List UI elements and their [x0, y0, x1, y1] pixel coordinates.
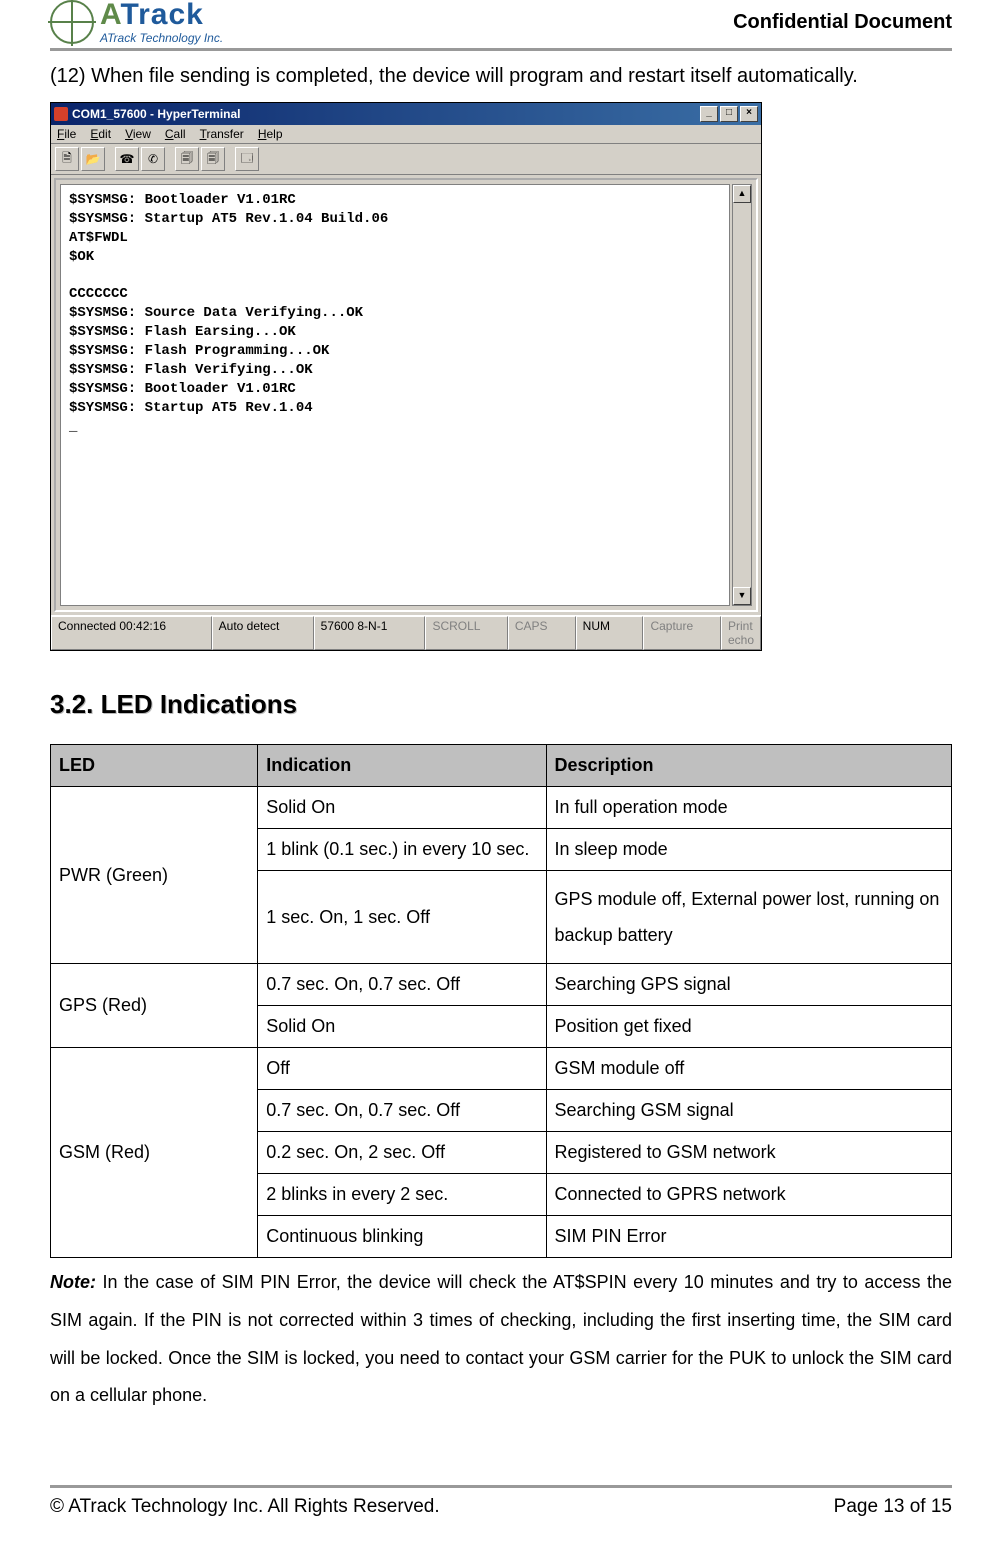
note-label: Note:	[50, 1272, 96, 1292]
cell-ind: Solid On	[258, 787, 546, 829]
led-table: LED Indication Description PWR (Green) S…	[50, 744, 952, 1258]
menu-edit[interactable]: Edit	[90, 127, 111, 141]
hyperterminal-window: COM1_57600 - HyperTerminal _ □ × File Ed…	[50, 102, 762, 651]
maximize-button[interactable]: □	[720, 106, 738, 122]
status-printecho: Print echo	[721, 616, 761, 650]
cell-ind: Off	[258, 1048, 546, 1090]
logo: ATrack ATrack Technology Inc.	[50, 0, 223, 44]
properties-icon[interactable]: 🗔	[235, 147, 259, 171]
scroll-up-icon[interactable]: ▲	[733, 185, 751, 203]
page-footer: © ATrack Technology Inc. All Rights Rese…	[50, 1485, 952, 1518]
cell-desc: Searching GSM signal	[546, 1090, 951, 1132]
cell-led-pwr: PWR (Green)	[51, 787, 258, 964]
disconnect-icon[interactable]: ✆	[141, 147, 165, 171]
footer-right: Page 13 of 15	[834, 1496, 952, 1518]
footer-left: © ATrack Technology Inc. All Rights Rese…	[50, 1496, 440, 1518]
statusbar: Connected 00:42:16 Auto detect 57600 8-N…	[51, 615, 761, 650]
open-icon[interactable]: 📂	[81, 147, 105, 171]
status-num: NUM	[576, 616, 644, 650]
cell-ind: 0.7 sec. On, 0.7 sec. Off	[258, 964, 546, 1006]
cell-ind: 0.2 sec. On, 2 sec. Off	[258, 1132, 546, 1174]
cell-desc: Searching GPS signal	[546, 964, 951, 1006]
th-indication: Indication	[258, 745, 546, 787]
terminal-text: $SYSMSG: Bootloader V1.01RC $SYSMSG: Sta…	[69, 191, 721, 437]
receive-icon[interactable]: 🗐	[201, 147, 225, 171]
minimize-button[interactable]: _	[700, 106, 718, 122]
cell-ind: 1 sec. On, 1 sec. Off	[258, 871, 546, 964]
menu-file[interactable]: File	[57, 127, 76, 141]
scroll-down-icon[interactable]: ▼	[733, 587, 751, 605]
cell-desc: Registered to GSM network	[546, 1132, 951, 1174]
menu-view[interactable]: View	[125, 127, 151, 141]
note-text: Note: In the case of SIM PIN Error, the …	[50, 1264, 952, 1415]
confidential-label: Confidential Document	[733, 11, 952, 34]
app-icon	[54, 107, 68, 121]
step-12-text: (12) When file sending is completed, the…	[50, 65, 952, 88]
cell-desc: Position get fixed	[546, 1006, 951, 1048]
terminal-output: $SYSMSG: Bootloader V1.01RC $SYSMSG: Sta…	[60, 184, 730, 606]
toolbar: 🗎 📂 ☎ ✆ 🗐 🗐 🗔	[51, 144, 761, 175]
cell-ind: Solid On	[258, 1006, 546, 1048]
cell-ind: Continuous blinking	[258, 1216, 546, 1258]
status-connected: Connected 00:42:16	[51, 616, 212, 650]
cell-ind: 2 blinks in every 2 sec.	[258, 1174, 546, 1216]
menubar: File Edit View Call Transfer Help	[51, 125, 761, 144]
menu-help[interactable]: Help	[258, 127, 283, 141]
status-capture: Capture	[643, 616, 721, 650]
cell-desc: In full operation mode	[546, 787, 951, 829]
menu-transfer[interactable]: Transfer	[200, 127, 244, 141]
status-settings: 57600 8-N-1	[314, 616, 426, 650]
titlebar[interactable]: COM1_57600 - HyperTerminal _ □ ×	[51, 103, 761, 125]
menu-call[interactable]: Call	[165, 127, 186, 141]
cell-desc: SIM PIN Error	[546, 1216, 951, 1258]
vertical-scrollbar[interactable]: ▲ ▼	[732, 184, 752, 606]
status-caps: CAPS	[508, 616, 576, 650]
logo-letter-a: A	[100, 0, 120, 31]
cell-ind: 1 blink (0.1 sec.) in every 10 sec.	[258, 829, 546, 871]
cell-desc: In sleep mode	[546, 829, 951, 871]
section-title-led: 3.2. LED Indications	[50, 689, 952, 720]
connect-icon[interactable]: ☎	[115, 147, 139, 171]
status-scroll: SCROLL	[425, 616, 507, 650]
page-header: ATrack ATrack Technology Inc. Confidenti…	[50, 0, 952, 51]
send-icon[interactable]: 🗐	[175, 147, 199, 171]
new-icon[interactable]: 🗎	[55, 147, 79, 171]
cell-desc: GPS module off, External power lost, run…	[546, 871, 951, 964]
cell-led-gps: GPS (Red)	[51, 964, 258, 1048]
cell-ind: 0.7 sec. On, 0.7 sec. Off	[258, 1090, 546, 1132]
cell-led-gsm: GSM (Red)	[51, 1048, 258, 1258]
th-led: LED	[51, 745, 258, 787]
logo-rest: Track	[120, 0, 203, 31]
cell-desc: Connected to GPRS network	[546, 1174, 951, 1216]
status-autodetect: Auto detect	[212, 616, 314, 650]
logo-crosshair-icon	[50, 0, 94, 44]
window-title: COM1_57600 - HyperTerminal	[72, 107, 241, 121]
th-description: Description	[546, 745, 951, 787]
logo-subtitle: ATrack Technology Inc.	[100, 32, 223, 44]
note-body: In the case of SIM PIN Error, the device…	[50, 1272, 952, 1405]
cell-desc: GSM module off	[546, 1048, 951, 1090]
close-button[interactable]: ×	[740, 106, 758, 122]
